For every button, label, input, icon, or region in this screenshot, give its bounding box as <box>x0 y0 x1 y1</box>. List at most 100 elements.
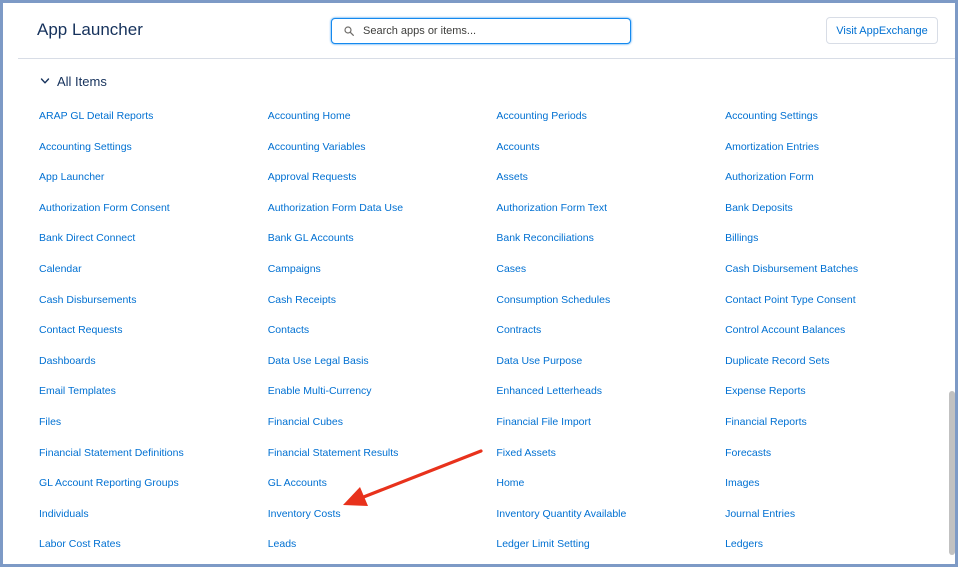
app-item-link[interactable]: Financial File Import <box>496 416 591 428</box>
app-item-link[interactable]: Dashboards <box>39 355 96 367</box>
app-item-link[interactable]: Bank GL Accounts <box>268 232 354 244</box>
app-item-link[interactable]: Control Account Balances <box>725 324 845 336</box>
app-item-link[interactable]: Ledger Limit Setting <box>496 538 589 550</box>
app-item-link[interactable]: Authorization Form Text <box>496 202 607 214</box>
app-item-link[interactable]: Enable Multi-Currency <box>268 385 372 397</box>
app-item-cell: Authorization Form Data Use <box>268 198 497 229</box>
app-item-cell: Authorization Form <box>725 167 954 198</box>
app-item-cell: Accounting Periods <box>496 106 725 137</box>
app-item-link[interactable]: Consumption Schedules <box>496 294 610 306</box>
app-item-link[interactable]: Contact Requests <box>39 324 122 336</box>
app-item-link[interactable]: Bank Reconciliations <box>496 232 593 244</box>
app-item-link[interactable]: Images <box>725 477 759 489</box>
app-item-cell: Inventory Quantity Available <box>496 504 725 535</box>
app-item-cell: Calendar <box>39 259 268 290</box>
app-item-cell: Accounting Settings <box>39 137 268 168</box>
app-item-link[interactable]: Amortization Entries <box>725 141 819 153</box>
app-item-link[interactable]: Cases <box>496 263 526 275</box>
app-item-link[interactable]: Enhanced Letterheads <box>496 385 602 397</box>
all-items-section-toggle[interactable]: All Items <box>39 73 107 89</box>
app-item-link[interactable]: Financial Reports <box>725 416 807 428</box>
app-item-link[interactable]: Financial Cubes <box>268 416 343 428</box>
app-item-cell: Enable Multi-Currency <box>268 381 497 412</box>
app-item-cell: Financial Statement Results <box>268 443 497 474</box>
app-item-link[interactable]: Individuals <box>39 508 89 520</box>
app-item-link[interactable]: Assets <box>496 171 528 183</box>
app-item-cell: Ledger Limit Setting <box>496 534 725 564</box>
app-item-link[interactable]: Expense Reports <box>725 385 806 397</box>
app-item-link[interactable]: Accounting Settings <box>39 141 132 153</box>
app-item-cell: Contacts <box>268 320 497 351</box>
section-label: All Items <box>57 73 107 89</box>
app-item-link[interactable]: Inventory Quantity Available <box>496 508 626 520</box>
app-item-link[interactable]: Journal Entries <box>725 508 795 520</box>
visit-appexchange-button[interactable]: Visit AppExchange <box>826 17 938 44</box>
app-item-link[interactable]: Billings <box>725 232 758 244</box>
app-item-link[interactable]: Accounting Home <box>268 110 351 122</box>
app-item-link[interactable]: Campaigns <box>268 263 321 275</box>
app-item-link[interactable]: Financial Statement Results <box>268 447 399 459</box>
app-item-cell: Ledgers <box>725 534 954 564</box>
app-item-link[interactable]: Labor Cost Rates <box>39 538 121 550</box>
app-item-link[interactable]: Authorization Form <box>725 171 814 183</box>
app-item-link[interactable]: Cash Disbursements <box>39 294 136 306</box>
app-item-link[interactable]: Leads <box>268 538 297 550</box>
app-item-link[interactable]: Duplicate Record Sets <box>725 355 829 367</box>
app-item-cell: Cash Disbursement Batches <box>725 259 954 290</box>
app-item-cell: Fixed Assets <box>496 443 725 474</box>
search-box[interactable] <box>331 18 631 44</box>
app-item-cell: Labor Cost Rates <box>39 534 268 564</box>
app-item-cell: Accounting Settings <box>725 106 954 137</box>
search-input[interactable] <box>332 19 630 43</box>
app-item-link[interactable]: Authorization Form Data Use <box>268 202 403 214</box>
all-items-grid: ARAP GL Detail Reports Accounting Home Acc… <box>39 106 944 564</box>
app-item-link[interactable]: App Launcher <box>39 171 104 183</box>
app-item-link[interactable]: Forecasts <box>725 447 771 459</box>
app-item-link[interactable]: Data Use Legal Basis <box>268 355 369 367</box>
app-item-link[interactable]: Home <box>496 477 524 489</box>
app-item-cell: Amortization Entries <box>725 137 954 168</box>
scrollbar-thumb[interactable] <box>949 391 955 555</box>
app-item-link[interactable]: Authorization Form Consent <box>39 202 170 214</box>
app-item-link[interactable]: Contact Point Type Consent <box>725 294 856 306</box>
app-item-cell: Cash Disbursements <box>39 290 268 321</box>
app-item-link[interactable]: GL Accounts <box>268 477 327 489</box>
app-item-cell: Expense Reports <box>725 381 954 412</box>
app-item-link[interactable]: Cash Receipts <box>268 294 336 306</box>
app-item-link[interactable]: Contacts <box>268 324 309 336</box>
app-item-cell: Authorization Form Text <box>496 198 725 229</box>
app-item-link[interactable]: Files <box>39 416 61 428</box>
app-item-link[interactable]: Data Use Purpose <box>496 355 582 367</box>
app-item-cell: GL Account Reporting Groups <box>39 473 268 504</box>
app-item-cell: Data Use Purpose <box>496 351 725 382</box>
app-item-link[interactable]: Calendar <box>39 263 82 275</box>
app-item-cell: Bank Direct Connect <box>39 228 268 259</box>
app-item-link[interactable]: Accounting Settings <box>725 110 818 122</box>
app-item-link[interactable]: Accounts <box>496 141 539 153</box>
app-launcher-window: App Launcher Visit AppExchange All Items… <box>0 0 958 567</box>
app-item-link[interactable]: ARAP GL Detail Reports <box>39 110 153 122</box>
app-item-cell: Forecasts <box>725 443 954 474</box>
app-item-cell: ARAP GL Detail Reports <box>39 106 268 137</box>
app-item-cell: Cash Receipts <box>268 290 497 321</box>
app-item-cell: Bank Reconciliations <box>496 228 725 259</box>
app-item-link[interactable]: GL Account Reporting Groups <box>39 477 179 489</box>
app-item-link[interactable]: Approval Requests <box>268 171 357 183</box>
app-item-link[interactable]: Financial Statement Definitions <box>39 447 184 459</box>
app-item-link[interactable]: Accounting Variables <box>268 141 366 153</box>
app-item-cell: Financial Reports <box>725 412 954 443</box>
scrollbar[interactable] <box>947 59 955 564</box>
app-item-link[interactable]: Contracts <box>496 324 541 336</box>
app-item-cell: Contact Requests <box>39 320 268 351</box>
app-item-link[interactable]: Accounting Periods <box>496 110 586 122</box>
page-title: App Launcher <box>37 20 143 39</box>
app-item-link[interactable]: Inventory Costs <box>268 508 341 520</box>
app-item-link[interactable]: Bank Direct Connect <box>39 232 135 244</box>
app-item-link[interactable]: Ledgers <box>725 538 763 550</box>
app-item-link[interactable]: Email Templates <box>39 385 116 397</box>
chevron-down-icon <box>40 78 50 84</box>
app-item-link[interactable]: Bank Deposits <box>725 202 793 214</box>
app-item-cell: Home <box>496 473 725 504</box>
app-item-link[interactable]: Cash Disbursement Batches <box>725 263 858 275</box>
app-item-link[interactable]: Fixed Assets <box>496 447 556 459</box>
